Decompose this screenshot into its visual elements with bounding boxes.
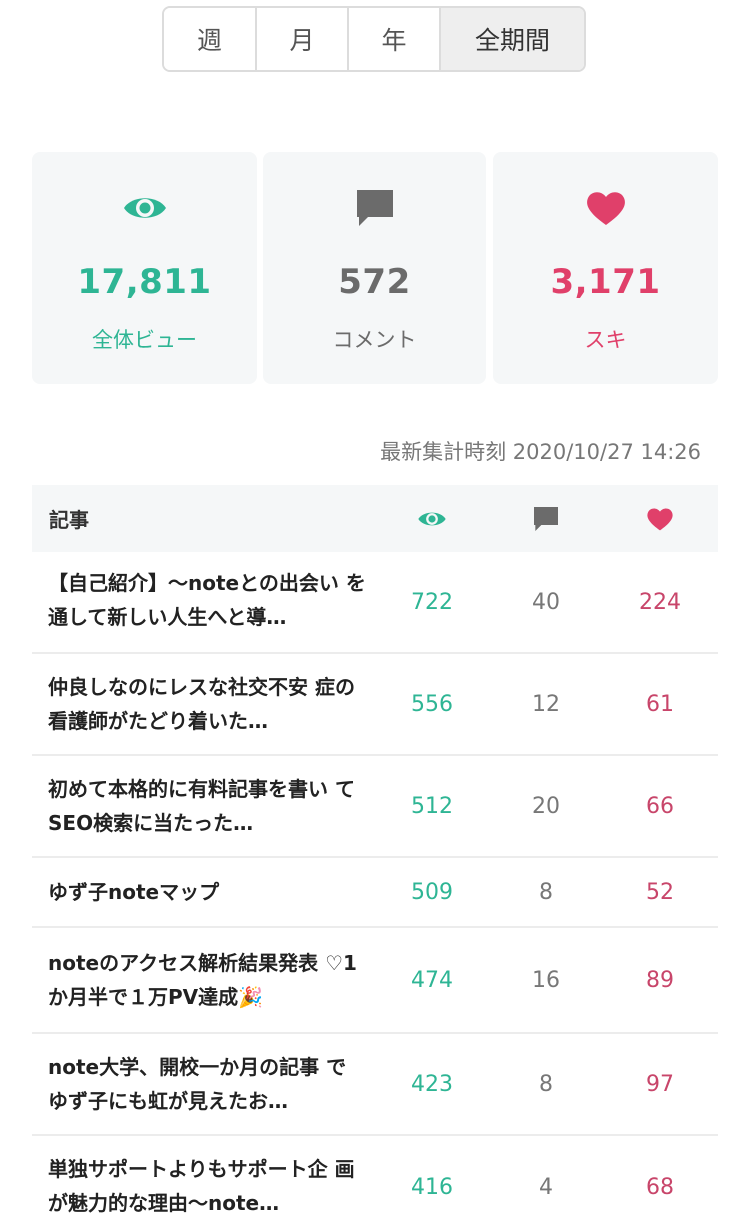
- article-views: 474: [411, 967, 453, 993]
- views-label: 全体ビュー: [92, 328, 197, 352]
- article-comments: 4: [539, 1174, 553, 1200]
- likes-label: スキ: [584, 328, 627, 352]
- tab-month[interactable]: 月: [257, 8, 349, 70]
- last-updated: 最新集計時刻 2020/10/27 14:26: [380, 440, 701, 464]
- eye-icon: [418, 512, 446, 525]
- article-likes: 61: [646, 691, 674, 717]
- eye-icon: [122, 186, 168, 230]
- table-row[interactable]: 仲良しなのにレスな社交不安 症の看護師がたどり着いた… 556 12 61: [32, 654, 718, 756]
- column-likes[interactable]: [620, 485, 700, 552]
- article-title[interactable]: 単独サポートよりもサポート企 画が魅力的な理由〜note…: [48, 1152, 366, 1220]
- article-comments: 12: [532, 691, 560, 717]
- tab-all-time[interactable]: 全期間: [441, 8, 584, 70]
- heart-icon: [585, 186, 627, 230]
- article-views: 416: [411, 1174, 453, 1200]
- article-title[interactable]: ゆず子noteマップ: [48, 875, 366, 909]
- article-likes: 68: [646, 1174, 674, 1200]
- article-comments: 8: [539, 1071, 553, 1097]
- comments-total: 572: [338, 262, 411, 302]
- heart-icon: [647, 507, 673, 530]
- comment-icon: [354, 186, 396, 230]
- article-title[interactable]: noteのアクセス解析結果発表 ♡1か月半で１万PV達成🎉: [48, 946, 366, 1014]
- summary-cards: 17,811 全体ビュー 572 コメント 3,171 スキ: [32, 152, 718, 384]
- table-row[interactable]: note大学、開校一か月の記事 でゆず子にも虹が見えたお… 423 8 97: [32, 1034, 718, 1136]
- column-comments[interactable]: [506, 485, 586, 552]
- table-row[interactable]: ゆず子noteマップ 509 8 52: [32, 858, 718, 928]
- column-article: 記事: [49, 508, 89, 532]
- column-views[interactable]: [392, 485, 472, 552]
- article-likes: 66: [646, 793, 674, 819]
- views-card: 17,811 全体ビュー: [32, 152, 257, 384]
- table-row[interactable]: noteのアクセス解析結果発表 ♡1か月半で１万PV達成🎉 474 16 89: [32, 928, 718, 1034]
- article-comments: 20: [532, 793, 560, 819]
- article-views: 556: [411, 691, 453, 717]
- article-comments: 8: [539, 879, 553, 905]
- article-comments: 40: [532, 589, 560, 615]
- article-title[interactable]: 【自己紹介】〜noteとの出会い を通して新しい人生へと導…: [48, 566, 366, 634]
- table-row[interactable]: 【自己紹介】〜noteとの出会い を通して新しい人生へと導… 722 40 22…: [32, 552, 718, 654]
- table-header: 記事: [32, 485, 718, 552]
- article-comments: 16: [532, 967, 560, 993]
- article-views: 423: [411, 1071, 453, 1097]
- article-views: 722: [411, 589, 453, 615]
- comments-card: 572 コメント: [263, 152, 486, 384]
- table-row[interactable]: 単独サポートよりもサポート企 画が魅力的な理由〜note… 416 4 68: [32, 1136, 718, 1228]
- article-title[interactable]: 初めて本格的に有料記事を書い て SEO検索に当たった…: [48, 772, 375, 840]
- likes-card: 3,171 スキ: [493, 152, 718, 384]
- period-selector: 週 月 年 全期間: [162, 6, 586, 72]
- article-stats-table: 記事 【自己紹介】〜noteとの出会い を通して新しい人生へと導… 722 40…: [32, 485, 718, 1228]
- tab-week[interactable]: 週: [164, 8, 257, 70]
- article-title[interactable]: note大学、開校一か月の記事 でゆず子にも虹が見えたお…: [48, 1050, 366, 1118]
- article-likes: 52: [646, 879, 674, 905]
- table-row[interactable]: 初めて本格的に有料記事を書い て SEO検索に当たった… 512 20 66: [32, 756, 718, 858]
- tab-year[interactable]: 年: [349, 8, 441, 70]
- article-views: 512: [411, 793, 453, 819]
- article-likes: 224: [639, 589, 681, 615]
- article-likes: 89: [646, 967, 674, 993]
- article-title[interactable]: 仲良しなのにレスな社交不安 症の看護師がたどり着いた…: [48, 670, 366, 738]
- views-total: 17,811: [77, 262, 212, 302]
- comment-icon: [534, 506, 558, 531]
- article-likes: 97: [646, 1071, 674, 1097]
- article-views: 509: [411, 879, 453, 905]
- stats-page: 週 月 年 全期間 17,811 全体ビュー 572 コメント 3,171 スキ…: [0, 0, 750, 1228]
- comments-label: コメント: [332, 328, 417, 352]
- likes-total: 3,171: [550, 262, 661, 302]
